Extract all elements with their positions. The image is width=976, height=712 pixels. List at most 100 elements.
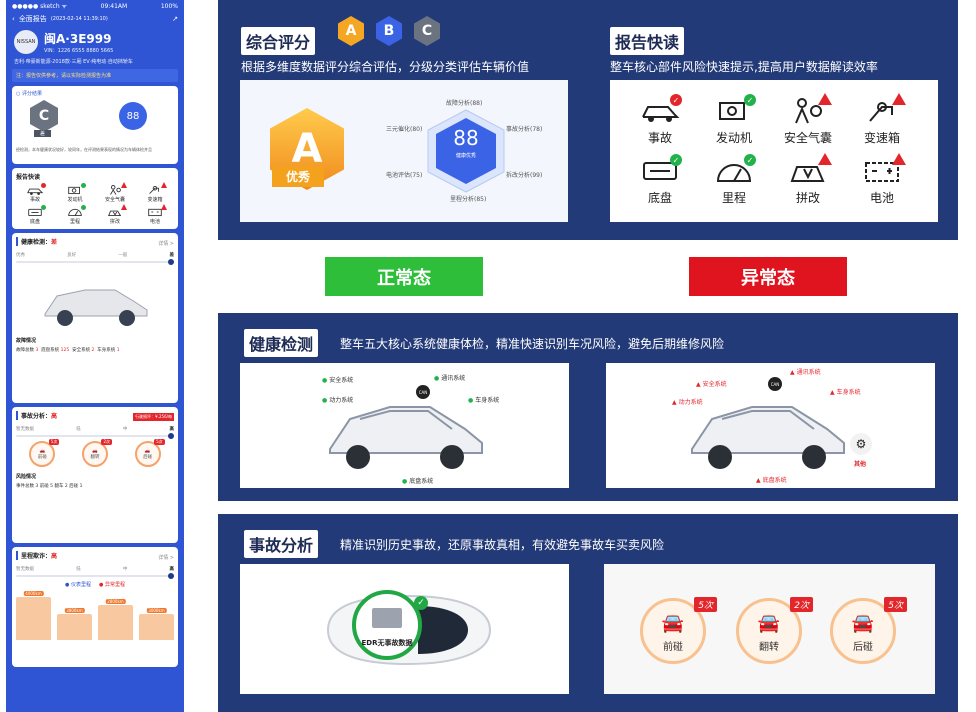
quick-cell-mileage[interactable]: ✓ 里程 (698, 154, 770, 206)
health-title: 健康检测：差 (16, 237, 57, 246)
quick-item-engine[interactable]: 发动机 (56, 183, 94, 203)
status-carrier: ●●●●● sketch ᯤ (12, 3, 68, 10)
radar-label: 三元催化(80) (386, 126, 423, 133)
normal-sys-chassis: 底盘系统 (402, 476, 433, 485)
brand-logo: NISSAN (14, 30, 38, 54)
health-value: 差 (51, 239, 58, 246)
gear-icon: ⚙ (850, 433, 872, 455)
accident-tag: 行驶损坏：¥.256/每 (133, 413, 174, 421)
check-icon: ✓ (414, 596, 428, 610)
accident-box: 🚘 前碰 5次 🚘 翻转 2次 🚘 后碰 5次 (604, 564, 935, 694)
health-panel: 健康检测 整车五大核心系统健康体检，精准快速识别车况风险，避免后期维修风险 安全… (218, 313, 958, 501)
normal-sys-safety: 安全系统 (322, 375, 353, 384)
grade-badge: C (30, 100, 58, 132)
quick-cell-accident[interactable]: ✓ 事故 (624, 94, 696, 146)
quick-item-accident[interactable]: 事故 (16, 183, 54, 203)
quick-item-modify[interactable]: 拼改 (96, 204, 134, 225)
quick-item-gearbox[interactable]: 变速箱 (136, 182, 174, 203)
accident-panel: 事故分析 精准识别历史事故，还原事故真相，有效避免事故车买卖风险 EDR无事故数… (218, 514, 958, 712)
rear-collision-icon: 🚘 (851, 613, 875, 634)
mileage-bar: 2800km (98, 599, 133, 640)
abnormal-sys-power: 动力系统 (672, 397, 703, 406)
accident-tag: 事故分析 (244, 530, 319, 558)
overview-panel: 综合评分 A B C 根据多维度数据评分综合评估，分级分类评估车辆价值 A 优秀… (218, 0, 958, 240)
health-tag: 健康检测 (244, 329, 319, 357)
back-icon[interactable]: ‹ (12, 15, 15, 23)
score-desc: 经检测，本车健康状况较好，较同年，在评测结果表现的情况为车辆体检并且 (16, 147, 152, 152)
vin-number: VIN：1226 6555 8880 5665 (44, 48, 114, 54)
edr-module: EDR无事故数据 (352, 590, 422, 660)
quick-cell-airbag[interactable]: 安全气囊 (772, 93, 844, 146)
nav-title: 全面报告 (18, 15, 47, 23)
badge-a: A (338, 16, 364, 46)
quick-desc: 整车核心部件风险快速提示,提高用户数据解读效率 (610, 60, 878, 74)
mileage-bars: 4000km 3800km 2800km 3000km (16, 590, 174, 640)
normal-state-label: 正常态 (325, 257, 483, 296)
fault-line: 故障总数 3 底盘系统 125 安全系统 2 车身系统 1 (16, 348, 120, 353)
big-grade-ribbon: 优秀 (272, 166, 325, 187)
quick-read-title: 报告快读 (16, 174, 41, 181)
fault-title: 故障情况 (16, 338, 37, 344)
mileage-more-link[interactable]: 详情 > (158, 554, 174, 561)
radar-score: 88 (453, 126, 479, 150)
phone-mockup: ●●●●● sketch ᯤ 09:41AM 100% ‹ 全面报告 (2023… (6, 0, 184, 712)
accident-card: 事故分析：高 行驶损坏：¥.256/每 暂无数据低中高 🚗 前碰 5次 🚗 翻转 2次 … (12, 407, 178, 543)
edr-box: EDR无事故数据 ✓ (240, 564, 569, 694)
radar-label: 电池评估(75) (386, 172, 423, 179)
quick-cell-battery[interactable]: 电池 (846, 153, 918, 206)
nav-bar: ‹ 全面报告 (2023-02-14 11:39:10) ↗ (6, 12, 184, 26)
phone-front-collision: 🚗 前碰 5次 (29, 439, 60, 467)
rollover-icon: 🚘 (757, 613, 781, 634)
radar-label: 事故分析(78) (506, 126, 543, 133)
mileage-legend: ● 仪表里程 ● 异常里程 (65, 582, 125, 588)
badge-c: C (414, 16, 440, 46)
rear-collision: 🚘 后碰 5次 (830, 597, 907, 664)
radar-label: 故障分析(88) (446, 100, 483, 107)
vehicle-meta: 吉利·帝豪新能源·2018款·三厢 EV·纯电动·自动挡轿车 (14, 59, 133, 65)
normal-sys-comm: 通讯系统 (434, 373, 465, 382)
quick-cell-engine[interactable]: ✓ 发动机 (698, 94, 770, 146)
front-collision-icon: 🚘 (661, 613, 685, 634)
accident-title: 事故分析：高 (16, 411, 57, 420)
quick-cell-modify[interactable]: 拼改 (772, 153, 844, 206)
health-normal-box: 安全系统 通讯系统 动力系统 车身系统 底盘系统 CAN (240, 363, 569, 488)
score-title: ○ 评分结果 (16, 91, 42, 97)
status-time: 09:41AM (100, 2, 128, 10)
quick-tag: 报告快读 (610, 27, 685, 55)
radar-chart (427, 109, 505, 193)
mileage-card: 里程欺诈：高 详情 > 暂无数据低中高 ● 仪表里程 ● 异常里程 4000km … (12, 547, 178, 667)
can-node: CAN (768, 377, 782, 391)
health-abnormal-box: 安全系统 通讯系统 动力系统 车身系统 底盘系统 CAN ⚙ 其他 (606, 363, 935, 488)
accident-steps: 暂无数据低中高 (16, 427, 174, 432)
badge-b: B (376, 16, 402, 46)
quick-read-card: 报告快读 事故 发动机 安全气囊 变速箱 底盘 里程 拼改 电池 (12, 168, 178, 229)
accident-desc: 精准识别历史事故，还原事故真相，有效避免事故车买卖风险 (340, 538, 665, 552)
car-frame-abnormal (691, 406, 845, 469)
mileage-bar: 4000km (16, 590, 51, 640)
abnormal-sys-safety: 安全系统 (696, 379, 727, 388)
abnormal-sys-comm: 通讯系统 (790, 367, 821, 376)
normal-sys-body: 车身系统 (468, 395, 499, 404)
status-bar: ●●●●● sketch ᯤ 09:41AM 100% (6, 0, 184, 12)
nav-date: (2023-02-14 11:39:10) (50, 16, 108, 22)
grade-label: 差 (34, 130, 52, 137)
quick-item-battery[interactable]: 电池 (136, 204, 174, 225)
status-battery: 100% (160, 2, 178, 10)
risk-title: 风险情况 (16, 474, 37, 480)
health-more-link[interactable]: 详情 > (158, 240, 174, 247)
notice-banner: 注：报告仅供参考，请以实际检测报告为准 (12, 69, 178, 82)
quick-item-airbag[interactable]: 安全气囊 (96, 182, 134, 203)
quick-item-chassis[interactable]: 底盘 (16, 205, 54, 225)
quick-box: ✓ 事故 ✓ 发动机 安全气囊 变速箱 ✓ 底盘 ✓ 里程 拼改 电池 (610, 80, 938, 222)
abnormal-sys-chassis: 底盘系统 (756, 475, 787, 484)
share-icon[interactable]: ↗ (172, 15, 178, 23)
score-card: ○ 评分结果 C 差 88 经检测，本车健康状况较好，较同年，在评测结果表现的情… (12, 86, 178, 164)
can-node: CAN (416, 385, 430, 399)
quick-cell-gearbox[interactable]: 变速箱 (846, 93, 918, 146)
health-track (16, 259, 174, 265)
radar-label: 拆改分析(99) (506, 172, 543, 179)
phone-rollover: 🚗 翻转 2次 (81, 439, 112, 467)
quick-item-mileage[interactable]: 里程 (56, 205, 94, 225)
health-card: 健康检测：差 详情 > 优秀 良好 一般差 故障情况 故障总数 3 底盘系统 125… (12, 233, 178, 403)
quick-cell-chassis[interactable]: ✓ 底盘 (624, 154, 696, 206)
